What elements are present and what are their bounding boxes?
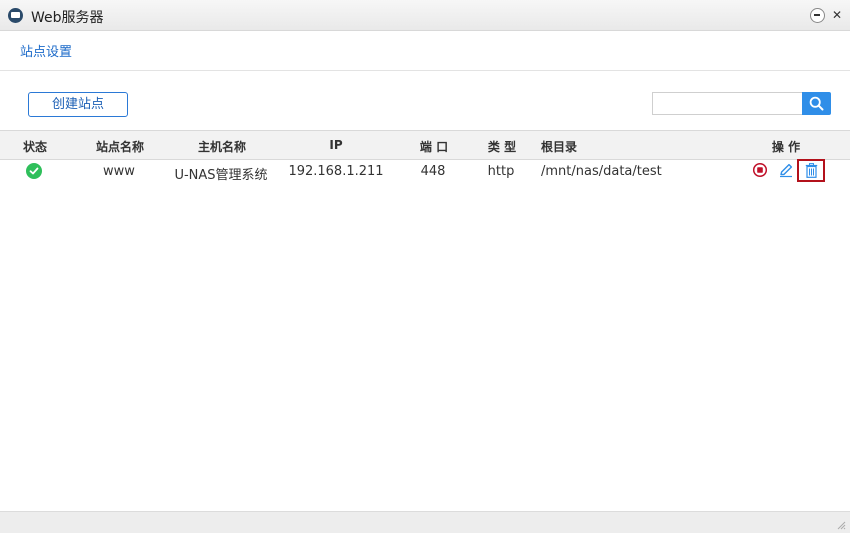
tab-bar: 站点设置 bbox=[0, 31, 850, 71]
header-site-name[interactable]: 站点名称 bbox=[96, 138, 144, 155]
root-cell: /mnt/nas/data/test bbox=[541, 164, 662, 179]
trash-icon bbox=[805, 163, 818, 178]
status-bar bbox=[0, 511, 850, 533]
header-status[interactable]: 状态 bbox=[23, 138, 47, 155]
search-icon bbox=[809, 96, 824, 111]
tab-site-settings[interactable]: 站点设置 bbox=[20, 41, 72, 60]
window-title: Web服务器 bbox=[31, 10, 104, 26]
header-host-name[interactable]: 主机名称 bbox=[198, 138, 246, 155]
stop-icon[interactable] bbox=[752, 162, 770, 180]
port-cell: 448 bbox=[420, 164, 446, 179]
header-port[interactable]: 端 口 bbox=[420, 138, 448, 155]
host-name-cell: U-NAS管理系统 bbox=[174, 168, 268, 183]
create-site-button[interactable]: 创建站点 bbox=[28, 92, 128, 117]
type-cell: http bbox=[487, 164, 515, 179]
resize-grip-icon[interactable] bbox=[836, 520, 846, 530]
close-button[interactable]: ✕ bbox=[829, 7, 845, 23]
search-input[interactable] bbox=[652, 92, 805, 115]
header-type[interactable]: 类 型 bbox=[488, 138, 516, 155]
site-name-cell: www bbox=[103, 164, 135, 179]
header-ip[interactable]: IP bbox=[329, 138, 342, 152]
delete-button[interactable] bbox=[797, 159, 825, 182]
minimize-button[interactable] bbox=[809, 7, 825, 23]
edit-icon[interactable] bbox=[778, 162, 796, 180]
header-root[interactable]: 根目录 bbox=[541, 138, 577, 155]
header-actions: 操 作 bbox=[771, 140, 801, 154]
check-circle-icon bbox=[26, 163, 42, 179]
table-row[interactable]: www U-NAS管理系统 192.168.1.211 448 http /mn… bbox=[0, 159, 850, 185]
search-button[interactable] bbox=[802, 92, 831, 115]
web-server-icon bbox=[8, 8, 23, 23]
title-bar: Web服务器 ✕ bbox=[0, 0, 850, 31]
ip-cell: 192.168.1.211 bbox=[288, 164, 384, 179]
table-header: 状态 站点名称 主机名称 IP 端 口 类 型 根目录 操 作 bbox=[0, 130, 850, 160]
